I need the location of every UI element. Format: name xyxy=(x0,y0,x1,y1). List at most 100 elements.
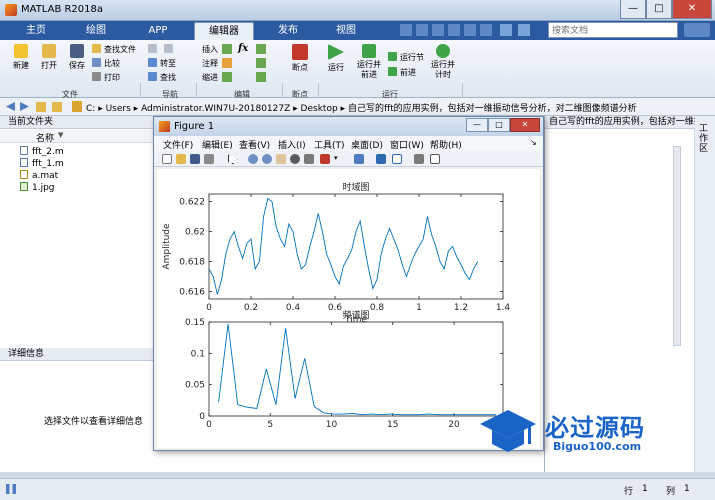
hide-plot-tools-icon[interactable] xyxy=(414,154,424,164)
open-button[interactable]: 打开 xyxy=(36,44,62,71)
run-and-time-button[interactable]: 运行并 计时 xyxy=(428,44,458,80)
up-folder-icon[interactable] xyxy=(36,102,46,112)
search-documentation-input[interactable] xyxy=(548,22,678,38)
breakpoints-button[interactable]: 断点 xyxy=(288,44,312,73)
forward-button[interactable] xyxy=(164,44,176,56)
menu-window[interactable]: 窗口(W) xyxy=(390,138,424,151)
collapsed-workspace-bar[interactable]: 工作区 xyxy=(695,116,715,472)
insert-button[interactable]: 插入 xyxy=(202,44,218,56)
list-item[interactable]: a.mat xyxy=(20,170,64,182)
print-figure-icon[interactable] xyxy=(204,154,214,164)
list-item[interactable]: fft_2.m xyxy=(20,146,64,158)
insert-section-icon[interactable] xyxy=(222,44,232,54)
quick-paste-icon[interactable] xyxy=(448,24,460,36)
help-icon[interactable] xyxy=(518,24,530,36)
dock-arrow-icon[interactable]: ↘ xyxy=(530,138,537,147)
breadcrumb-separator: ▸ xyxy=(133,104,142,114)
menu-edit[interactable]: 编辑(E) xyxy=(202,138,233,151)
list-item[interactable]: 1.jpg xyxy=(20,182,64,194)
rotate-3d-icon[interactable] xyxy=(290,154,300,164)
zoom-out-icon[interactable] xyxy=(262,154,272,164)
redo-icon[interactable] xyxy=(480,24,492,36)
undo-icon[interactable] xyxy=(464,24,476,36)
close-button[interactable]: ✕ xyxy=(672,0,712,19)
tab-publish[interactable]: 发布 xyxy=(266,22,310,40)
name-column-header[interactable]: 名称 xyxy=(36,131,54,144)
minimize-button[interactable]: — xyxy=(620,0,646,19)
figure-maximize-button[interactable]: □ xyxy=(488,118,510,132)
figure-canvas[interactable]: 0 0.2 0.4 0.6 0.8 1 1.2 1.4 0.616 0.618 0.62 0.622 时… xyxy=(157,169,540,448)
notification-icon[interactable] xyxy=(684,23,710,37)
data-cursor-icon[interactable] xyxy=(304,154,314,164)
run-section-button[interactable]: 运行节 xyxy=(388,52,424,64)
smart-indent-icon[interactable] xyxy=(256,72,266,82)
forward-icon xyxy=(164,44,173,53)
menu-desktop[interactable]: 桌面(D) xyxy=(351,138,383,151)
open-file-icon[interactable] xyxy=(176,154,186,164)
compare-button[interactable]: 比较 xyxy=(92,58,120,70)
indent-button[interactable]: 缩进 xyxy=(202,72,218,84)
breadcrumb[interactable]: C: ▸ Users ▸ Administrator.WIN7U-2018012… xyxy=(86,101,637,114)
save-figure-icon[interactable] xyxy=(190,154,200,164)
tab-plots[interactable]: 绘图 xyxy=(74,22,118,40)
cell-icon[interactable] xyxy=(256,44,266,54)
brush-dropdown-icon[interactable]: ▾ xyxy=(334,154,338,162)
breadcrumb-desktop[interactable]: Desktop xyxy=(301,104,338,114)
quick-save-icon[interactable] xyxy=(400,24,412,36)
run-button[interactable]: 运行 xyxy=(322,44,350,73)
comment-button[interactable]: 注释 xyxy=(202,58,218,70)
quick-cut-icon[interactable] xyxy=(416,24,428,36)
quick-copy-icon[interactable] xyxy=(432,24,444,36)
insert-colorbar-icon[interactable] xyxy=(376,154,386,164)
goto-button[interactable]: 转至 xyxy=(148,58,176,70)
menu-tools[interactable]: 工具(T) xyxy=(314,138,345,151)
breadcrumb-drive[interactable]: C: xyxy=(86,104,95,114)
back-button[interactable] xyxy=(148,44,160,56)
tab-home[interactable]: 主页 xyxy=(14,22,58,40)
advance-button[interactable]: 前进 xyxy=(388,67,416,79)
print-button[interactable]: 打印 xyxy=(92,72,120,84)
breadcrumb-users[interactable]: Users xyxy=(106,104,131,114)
back-arrow-icon[interactable] xyxy=(6,102,15,111)
maximize-button[interactable]: □ xyxy=(646,0,672,19)
scrollbar[interactable] xyxy=(673,146,681,346)
run-time-icon xyxy=(436,44,450,58)
comment-percent-icon[interactable] xyxy=(222,58,232,68)
menu-file[interactable]: 文件(F) xyxy=(163,138,193,151)
figure-minimize-button[interactable]: — xyxy=(466,118,488,132)
tab-editor[interactable]: 编辑器 xyxy=(194,22,254,40)
status-grip-icon xyxy=(6,484,16,494)
menu-help[interactable]: 帮助(H) xyxy=(430,138,462,151)
show-plot-tools-icon[interactable] xyxy=(430,154,440,164)
save-button[interactable]: 保存 xyxy=(64,44,90,71)
find-files-button[interactable]: 查找文件 xyxy=(92,44,136,56)
uncomment-icon[interactable] xyxy=(256,58,266,68)
address-bar[interactable]: C: ▸ Users ▸ Administrator.WIN7U-2018012… xyxy=(0,98,715,116)
indent-icon[interactable] xyxy=(222,72,232,82)
insert-legend-icon[interactable] xyxy=(392,154,402,164)
brush-icon[interactable] xyxy=(320,154,330,164)
breadcrumb-project[interactable]: 自己写的fft的应用实例，包括对一维振动信号分析，对二维图像频谱分析 xyxy=(348,104,637,114)
pointer-icon[interactable] xyxy=(228,154,238,164)
browse-folder-icon[interactable] xyxy=(52,102,62,112)
switch-windows-icon[interactable] xyxy=(500,24,512,36)
pan-hand-icon[interactable] xyxy=(276,154,286,164)
link-plot-icon[interactable] xyxy=(354,154,364,164)
list-item[interactable]: fft_1.m xyxy=(20,158,64,170)
new-figure-icon[interactable] xyxy=(162,154,172,164)
x-tick-label: 0.4 xyxy=(286,303,301,313)
breadcrumb-admin[interactable]: Administrator.WIN7U-20180127Z xyxy=(141,104,290,114)
zoom-in-icon[interactable] xyxy=(248,154,258,164)
image-file-icon xyxy=(20,182,28,191)
editor-tab-title[interactable]: 自己写的fft的应用实例，包括对一维振动信号分析，对二维图像频谱分析 xyxy=(545,116,695,129)
insert-function-button[interactable]: fx xyxy=(238,43,248,55)
find-button[interactable]: 查找 xyxy=(148,72,176,84)
run-and-advance-button[interactable]: 运行并 前进 xyxy=(354,44,384,80)
forward-arrow-icon[interactable] xyxy=(20,102,29,111)
figure-close-button[interactable]: ✕ xyxy=(510,118,540,132)
tab-apps[interactable]: APP xyxy=(136,22,180,40)
menu-insert[interactable]: 插入(I) xyxy=(278,138,306,151)
menu-view[interactable]: 查看(V) xyxy=(239,138,270,151)
new-button[interactable]: 新建 xyxy=(8,44,34,71)
tab-view[interactable]: 视图 xyxy=(324,22,368,40)
